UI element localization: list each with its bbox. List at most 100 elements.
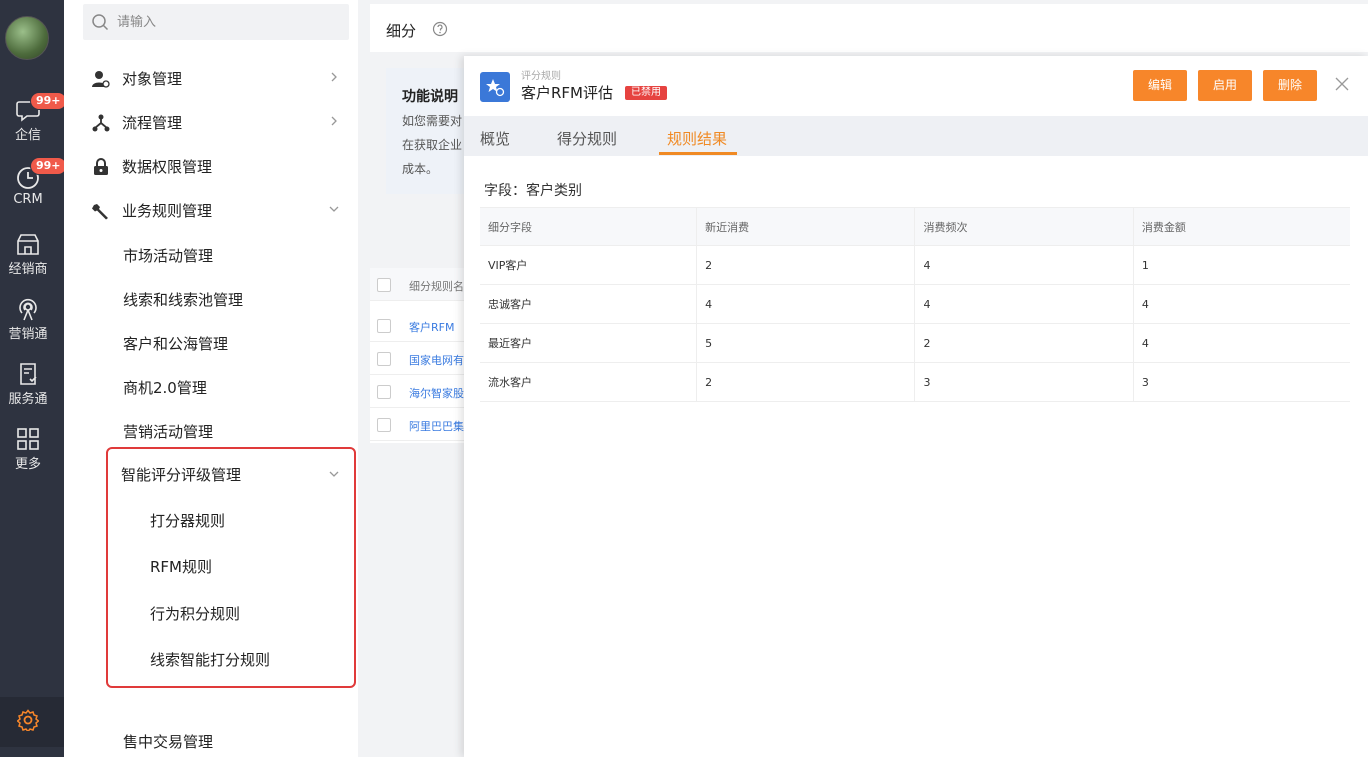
rail-label: 更多 (14, 457, 41, 472)
select-all-checkbox[interactable] (377, 278, 391, 292)
table-cell: 4 (1133, 284, 1350, 324)
chevron-right-icon (331, 116, 337, 126)
row-checkbox[interactable] (377, 319, 391, 333)
edit-button[interactable]: 编辑 (1133, 70, 1187, 101)
star-icon (486, 79, 505, 97)
status-badge: 已禁用 (625, 86, 667, 100)
rule-type-icon (480, 72, 510, 102)
help-icon[interactable] (432, 21, 448, 37)
menu-item-process-management[interactable]: 流程管理 (64, 107, 358, 137)
menu-item-label: 业务规则管理 (122, 202, 213, 220)
menu-subitem-label: 线索和线索池管理 (123, 291, 244, 309)
menu-item-data-permission[interactable]: 数据权限管理 (64, 151, 358, 181)
row-link[interactable]: 国家电网有 (409, 352, 464, 368)
avatar[interactable] (5, 16, 49, 60)
table-cell: 3 (1133, 362, 1350, 402)
close-icon[interactable] (1334, 76, 1350, 92)
tab-overview[interactable]: 概览 (480, 128, 510, 149)
rail-item-dealer[interactable]: 经销商 (0, 232, 56, 277)
rail-label: 经销商 (8, 262, 48, 277)
menu-subitem-label: 售中交易管理 (123, 733, 214, 751)
column-header: 新近消费 (696, 207, 916, 246)
table-cell: 流水客户 (480, 362, 698, 402)
menu-subitem-label: 市场活动管理 (123, 247, 214, 265)
table-header-row: 细分规则名 (370, 268, 470, 301)
delete-button[interactable]: 删除 (1263, 70, 1317, 101)
table-cell: VIP客户 (480, 245, 698, 285)
rail-item-service[interactable]: 服务通 (0, 362, 56, 407)
table-cell: 5 (696, 323, 916, 363)
menu-subitem[interactable]: 客户和公海管理 (64, 328, 358, 358)
menu-item-object-management[interactable]: 对象管理 (64, 63, 358, 93)
page-header: 细分 (370, 4, 1368, 52)
menu-subitem[interactable]: 市场活动管理 (64, 240, 358, 270)
table-cell: 最近客户 (480, 323, 698, 363)
table-row: 阿里巴巴集 (370, 408, 470, 441)
rail-label: 营销通 (8, 327, 48, 342)
drawer-subtitle: 评分规则 (521, 71, 561, 82)
active-tab-indicator (659, 152, 737, 155)
row-link[interactable]: 阿里巴巴集 (409, 418, 464, 434)
feature-description-line: 在获取企业 (402, 138, 463, 152)
service-doc-icon (20, 363, 37, 385)
menu-subitem-label: 客户和公海管理 (123, 335, 229, 353)
row-link[interactable]: 海尔智家股 (409, 385, 464, 401)
table-cell: 4 (1133, 323, 1350, 363)
enable-button[interactable]: 启用 (1198, 70, 1252, 101)
drawer-title: 客户RFM评估 (521, 84, 613, 102)
tab-score-rules[interactable]: 得分规则 (557, 128, 617, 149)
rail-label: 企信 (14, 128, 41, 143)
field-label: 字段：客户类别 (484, 183, 582, 199)
row-checkbox[interactable] (377, 385, 391, 399)
column-header: 消费频次 (914, 207, 1134, 246)
user-gear-icon (92, 71, 110, 88)
table-cell: 1 (1133, 245, 1350, 285)
drawer-tabs: 概览 得分规则 规则结果 (464, 116, 1368, 156)
chevron-down-icon (329, 206, 339, 212)
menu-item-label: 数据权限管理 (122, 158, 213, 176)
table-row: 国家电网有 (370, 342, 470, 375)
menu-subitem[interactable]: 线索和线索池管理 (64, 284, 358, 314)
row-link[interactable]: 客户RFM (409, 319, 454, 335)
table-row: 海尔智家股 (370, 375, 470, 408)
table-cell: 忠诚客户 (480, 284, 698, 324)
row-checkbox[interactable] (377, 352, 391, 366)
menu-subitem-label: 商机2.0管理 (123, 379, 207, 397)
flow-icon (92, 114, 110, 132)
segment-rules-list: 细分规则名 客户RFM 国家电网有 海尔智家股 阿里巴巴集 (370, 268, 470, 443)
chevron-right-icon (331, 72, 337, 82)
table-row: 客户RFM (370, 309, 470, 342)
settings-button[interactable] (0, 697, 64, 747)
feature-description-title: 功能说明 (402, 89, 458, 105)
grid-icon (17, 428, 39, 450)
search-icon (92, 14, 109, 31)
rail-item-marketing[interactable]: 营销通 (0, 297, 56, 342)
menu-item-label: 流程管理 (122, 114, 183, 132)
table-cell: 3 (914, 362, 1134, 402)
menu-item-label: 对象管理 (122, 70, 183, 88)
rail-label: CRM (13, 192, 43, 207)
feature-description-line: 成本。 (402, 162, 439, 176)
rail-item-more[interactable]: 更多 (0, 427, 56, 472)
menu-subitem[interactable]: 商机2.0管理 (64, 372, 358, 402)
menu-subitem-sales-transactions[interactable]: 售中交易管理 (64, 726, 358, 756)
broadcast-icon (19, 298, 37, 321)
wrench-icon (92, 204, 108, 220)
rule-detail-drawer: 评分规则 客户RFM评估 已禁用 编辑 启用 删除 概览 得分规则 规则结果 字… (464, 56, 1368, 757)
menu-subitem[interactable]: 营销活动管理 (64, 416, 358, 446)
search-input[interactable] (117, 12, 337, 32)
highlight-annotation-box (106, 447, 356, 688)
gear-icon (17, 709, 39, 731)
row-checkbox[interactable] (377, 418, 391, 432)
search-box[interactable] (83, 4, 349, 40)
feature-description-line: 如您需要对 (402, 114, 463, 128)
table-cell: 4 (914, 245, 1134, 285)
store-icon (17, 234, 39, 255)
table-cell: 2 (696, 245, 916, 285)
unread-badge: 99+ (30, 157, 67, 175)
table-cell: 4 (696, 284, 916, 324)
page-title: 细分 (386, 22, 417, 40)
menu-item-business-rules[interactable]: 业务规则管理 (64, 195, 358, 225)
tab-rule-results[interactable]: 规则结果 (667, 128, 727, 149)
unread-badge: 99+ (30, 92, 67, 110)
